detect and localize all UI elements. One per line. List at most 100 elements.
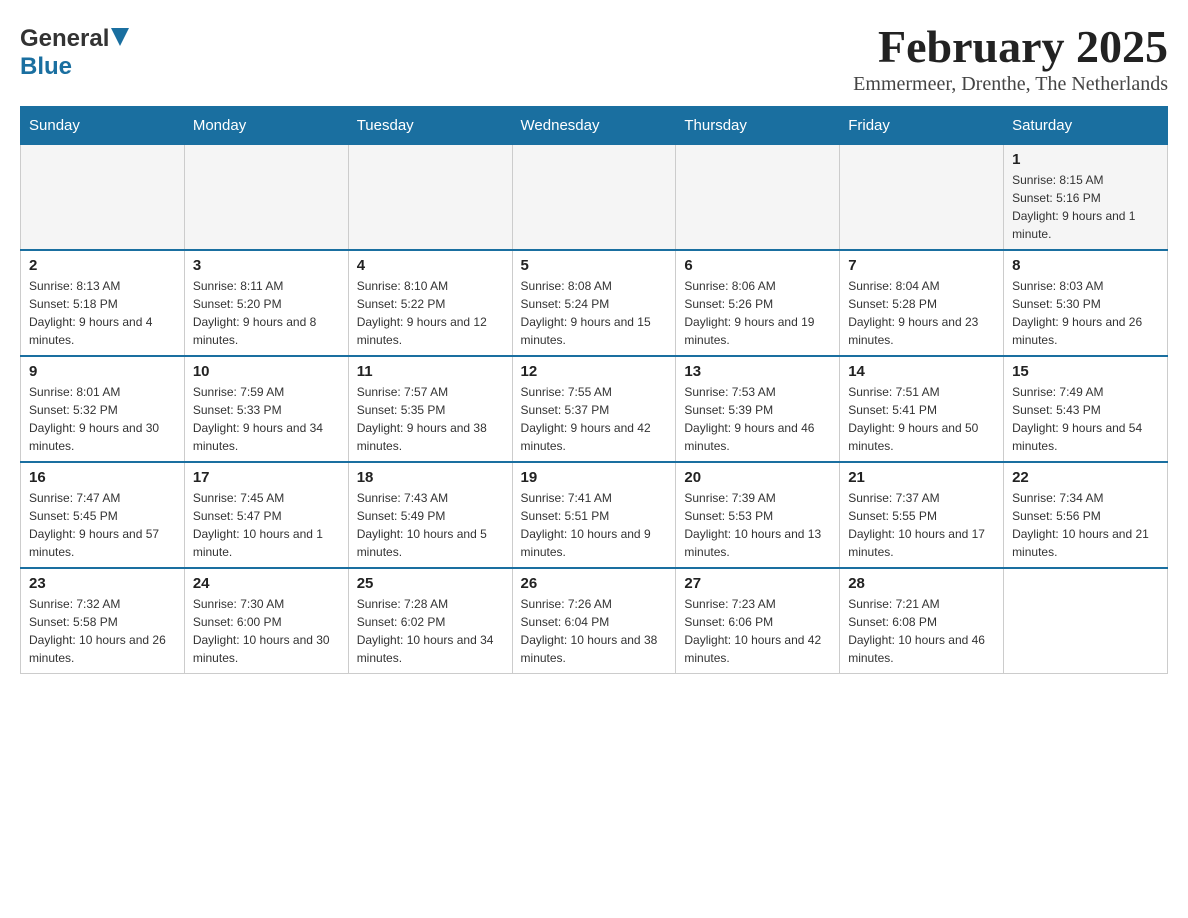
calendar-header-sunday: Sunday xyxy=(21,107,185,145)
day-info: Sunrise: 7:59 AMSunset: 5:33 PMDaylight:… xyxy=(193,383,340,455)
day-number: 4 xyxy=(357,257,504,274)
day-number: 3 xyxy=(193,257,340,274)
calendar-cell xyxy=(184,145,348,251)
calendar-cell xyxy=(512,145,676,251)
calendar-cell xyxy=(840,145,1004,251)
calendar-cell: 8Sunrise: 8:03 AMSunset: 5:30 PMDaylight… xyxy=(1004,250,1168,356)
day-info: Sunrise: 8:08 AMSunset: 5:24 PMDaylight:… xyxy=(521,277,668,349)
calendar-cell: 3 Sunrise: 8:11 AMSunset: 5:20 PMDaylight… xyxy=(184,250,348,356)
calendar-cell xyxy=(676,145,840,251)
day-number: 22 xyxy=(1012,469,1159,486)
day-number: 21 xyxy=(848,469,995,486)
calendar-header-wednesday: Wednesday xyxy=(512,107,676,145)
day-number: 25 xyxy=(357,575,504,592)
day-info: Sunrise: 7:26 AMSunset: 6:04 PMDaylight:… xyxy=(521,595,668,667)
logo-general-text: General xyxy=(20,25,109,53)
calendar-header-friday: Friday xyxy=(840,107,1004,145)
day-number: 11 xyxy=(357,363,504,380)
day-number: 18 xyxy=(357,469,504,486)
calendar-week-row: 16 Sunrise: 7:47 AMSunset: 5:45 PMDayligh… xyxy=(21,462,1168,568)
calendar-header-monday: Monday xyxy=(184,107,348,145)
day-info: Sunrise: 7:49 AMSunset: 5:43 PMDaylight:… xyxy=(1012,383,1159,455)
calendar-table: SundayMondayTuesdayWednesdayThursdayFrid… xyxy=(20,106,1168,674)
day-number: 24 xyxy=(193,575,340,592)
day-info: Sunrise: 8:10 AMSunset: 5:22 PMDaylight:… xyxy=(357,277,504,349)
day-info: Sunrise: 8:04 AMSunset: 5:28 PMDaylight:… xyxy=(848,277,995,349)
calendar-week-row: 9 Sunrise: 8:01 AMSunset: 5:32 PMDaylight… xyxy=(21,356,1168,462)
day-number: 12 xyxy=(521,363,668,380)
day-number: 9 xyxy=(29,363,176,380)
calendar-week-row: 2Sunrise: 8:13 AMSunset: 5:18 PMDaylight… xyxy=(21,250,1168,356)
day-info: Sunrise: 7:55 AMSunset: 5:37 PMDaylight:… xyxy=(521,383,668,455)
calendar-cell: 20 Sunrise: 7:39 AMSunset: 5:53 PMDayligh… xyxy=(676,462,840,568)
calendar-cell: 2Sunrise: 8:13 AMSunset: 5:18 PMDaylight… xyxy=(21,250,185,356)
day-info: Sunrise: 7:21 AMSunset: 6:08 PMDaylight:… xyxy=(848,595,995,667)
calendar-cell: 12 Sunrise: 7:55 AMSunset: 5:37 PMDayligh… xyxy=(512,356,676,462)
day-number: 20 xyxy=(684,469,831,486)
calendar-cell: 17Sunrise: 7:45 AMSunset: 5:47 PMDayligh… xyxy=(184,462,348,568)
calendar-cell: 25 Sunrise: 7:28 AMSunset: 6:02 PMDayligh… xyxy=(348,568,512,674)
calendar-cell: 11 Sunrise: 7:57 AMSunset: 5:35 PMDayligh… xyxy=(348,356,512,462)
logo-blue-text: Blue xyxy=(20,53,72,80)
day-info: Sunrise: 7:23 AMSunset: 6:06 PMDaylight:… xyxy=(684,595,831,667)
calendar-cell: 27Sunrise: 7:23 AMSunset: 6:06 PMDayligh… xyxy=(676,568,840,674)
logo: General Blue xyxy=(20,20,129,81)
day-info: Sunrise: 7:39 AMSunset: 5:53 PMDaylight:… xyxy=(684,489,831,561)
day-info: Sunrise: 7:28 AMSunset: 6:02 PMDaylight:… xyxy=(357,595,504,667)
day-number: 17 xyxy=(193,469,340,486)
day-info: Sunrise: 8:01 AMSunset: 5:32 PMDaylight:… xyxy=(29,383,176,455)
calendar-cell xyxy=(348,145,512,251)
day-info: Sunrise: 8:03 AMSunset: 5:30 PMDaylight:… xyxy=(1012,277,1159,349)
calendar-cell: 28 Sunrise: 7:21 AMSunset: 6:08 PMDayligh… xyxy=(840,568,1004,674)
calendar-cell: 15 Sunrise: 7:49 AMSunset: 5:43 PMDayligh… xyxy=(1004,356,1168,462)
day-number: 7 xyxy=(848,257,995,274)
calendar-header-tuesday: Tuesday xyxy=(348,107,512,145)
month-title: February 2025 xyxy=(853,20,1168,73)
calendar-cell: 13 Sunrise: 7:53 AMSunset: 5:39 PMDayligh… xyxy=(676,356,840,462)
day-number: 15 xyxy=(1012,363,1159,380)
calendar-cell: 16 Sunrise: 7:47 AMSunset: 5:45 PMDayligh… xyxy=(21,462,185,568)
calendar-week-row: 1Sunrise: 8:15 AMSunset: 5:16 PMDaylight… xyxy=(21,145,1168,251)
day-number: 23 xyxy=(29,575,176,592)
day-number: 5 xyxy=(521,257,668,274)
day-info: Sunrise: 7:57 AMSunset: 5:35 PMDaylight:… xyxy=(357,383,504,455)
day-info: Sunrise: 8:11 AMSunset: 5:20 PMDaylight:… xyxy=(193,277,340,349)
day-info: Sunrise: 8:13 AMSunset: 5:18 PMDaylight:… xyxy=(29,277,176,349)
day-number: 6 xyxy=(684,257,831,274)
day-number: 26 xyxy=(521,575,668,592)
day-number: 1 xyxy=(1012,151,1159,168)
calendar-cell: 7 Sunrise: 8:04 AMSunset: 5:28 PMDaylight… xyxy=(840,250,1004,356)
day-info: Sunrise: 7:47 AMSunset: 5:45 PMDaylight:… xyxy=(29,489,176,561)
day-number: 10 xyxy=(193,363,340,380)
calendar-cell: 19 Sunrise: 7:41 AMSunset: 5:51 PMDayligh… xyxy=(512,462,676,568)
calendar-cell: 9 Sunrise: 8:01 AMSunset: 5:32 PMDaylight… xyxy=(21,356,185,462)
day-info: Sunrise: 7:43 AMSunset: 5:49 PMDaylight:… xyxy=(357,489,504,561)
day-number: 13 xyxy=(684,363,831,380)
calendar-cell: 14 Sunrise: 7:51 AMSunset: 5:41 PMDayligh… xyxy=(840,356,1004,462)
day-info: Sunrise: 7:51 AMSunset: 5:41 PMDaylight:… xyxy=(848,383,995,455)
calendar-header-row: SundayMondayTuesdayWednesdayThursdayFrid… xyxy=(21,107,1168,145)
calendar-cell: 23Sunrise: 7:32 AMSunset: 5:58 PMDayligh… xyxy=(21,568,185,674)
calendar-cell: 10 Sunrise: 7:59 AMSunset: 5:33 PMDayligh… xyxy=(184,356,348,462)
calendar-cell: 5 Sunrise: 8:08 AMSunset: 5:24 PMDaylight… xyxy=(512,250,676,356)
day-info: Sunrise: 8:06 AMSunset: 5:26 PMDaylight:… xyxy=(684,277,831,349)
title-section: February 2025 Emmermeer, Drenthe, The Ne… xyxy=(853,20,1168,96)
calendar-cell: 24 Sunrise: 7:30 AMSunset: 6:00 PMDayligh… xyxy=(184,568,348,674)
page-header: General Blue February 2025 Emmermeer, Dr… xyxy=(20,20,1168,96)
day-number: 19 xyxy=(521,469,668,486)
day-number: 28 xyxy=(848,575,995,592)
day-info: Sunrise: 7:53 AMSunset: 5:39 PMDaylight:… xyxy=(684,383,831,455)
day-number: 14 xyxy=(848,363,995,380)
logo-arrow-icon xyxy=(111,28,129,51)
day-number: 16 xyxy=(29,469,176,486)
calendar-cell: 18 Sunrise: 7:43 AMSunset: 5:49 PMDayligh… xyxy=(348,462,512,568)
day-info: Sunrise: 7:41 AMSunset: 5:51 PMDaylight:… xyxy=(521,489,668,561)
calendar-cell: 21 Sunrise: 7:37 AMSunset: 5:55 PMDayligh… xyxy=(840,462,1004,568)
day-info: Sunrise: 7:37 AMSunset: 5:55 PMDaylight:… xyxy=(848,489,995,561)
calendar-cell xyxy=(1004,568,1168,674)
calendar-cell: 22Sunrise: 7:34 AMSunset: 5:56 PMDayligh… xyxy=(1004,462,1168,568)
calendar-header-saturday: Saturday xyxy=(1004,107,1168,145)
calendar-cell xyxy=(21,145,185,251)
calendar-week-row: 23Sunrise: 7:32 AMSunset: 5:58 PMDayligh… xyxy=(21,568,1168,674)
day-info: Sunrise: 7:30 AMSunset: 6:00 PMDaylight:… xyxy=(193,595,340,667)
